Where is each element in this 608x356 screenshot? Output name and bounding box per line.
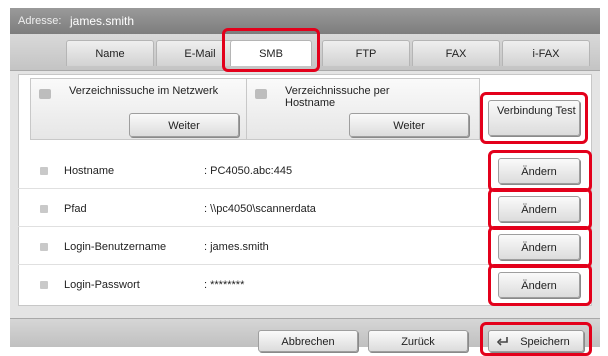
field-name: Login-Benutzername [64, 241, 167, 253]
tab-ftp[interactable]: FTP [322, 40, 410, 66]
hostname-next-button[interactable]: Weiter [349, 113, 469, 137]
network-search-label: Verzeichnissuche im Netzwerk [69, 85, 219, 97]
connection-test-highlight [480, 92, 588, 144]
cancel-button[interactable]: Abbrechen [258, 330, 358, 352]
save-highlight [480, 322, 592, 356]
field-value: : PC4050.abc:445 [204, 165, 293, 177]
field-name: Login-Passwort [64, 279, 140, 291]
back-button[interactable]: Zurück [368, 330, 468, 352]
change-login-password-highlight [488, 264, 592, 306]
address-label: Adresse: [18, 15, 62, 27]
tab-fax[interactable]: FAX [412, 40, 500, 66]
hostname-search-area: Verzeichnissuche per Hostname Weiter [246, 78, 480, 140]
hostname-search-label: Verzeichnissuche per Hostname [285, 85, 390, 109]
row-bullet-icon [40, 167, 48, 175]
network-next-button[interactable]: Weiter [129, 113, 239, 137]
tab-ifax[interactable]: i-FAX [502, 40, 590, 66]
field-name: Pfad [64, 203, 87, 215]
field-value: : \\pc4050\scannerdata [204, 203, 316, 215]
address-book-smb-screen: Adresse: james.smith Name E-Mail SMB FTP… [0, 0, 608, 356]
network-folder-icon [39, 89, 51, 99]
field-value: : james.smith [204, 241, 269, 253]
row-bullet-icon [40, 205, 48, 213]
tab-name[interactable]: Name [66, 40, 154, 66]
address-value: james.smith [70, 14, 135, 28]
change-login-user-highlight [488, 226, 592, 268]
change-hostname-highlight [488, 150, 592, 192]
field-name: Hostname [64, 165, 115, 177]
hostname-folder-icon [255, 89, 267, 99]
row-bullet-icon [40, 243, 48, 251]
smb-tab-highlight [222, 28, 320, 72]
field-value: : ******** [204, 279, 245, 291]
network-search-area: Verzeichnissuche im Netzwerk Weiter [30, 78, 250, 140]
change-path-highlight [488, 188, 592, 230]
device-panel: Adresse: james.smith Name E-Mail SMB FTP… [10, 8, 600, 356]
row-bullet-icon [40, 281, 48, 289]
